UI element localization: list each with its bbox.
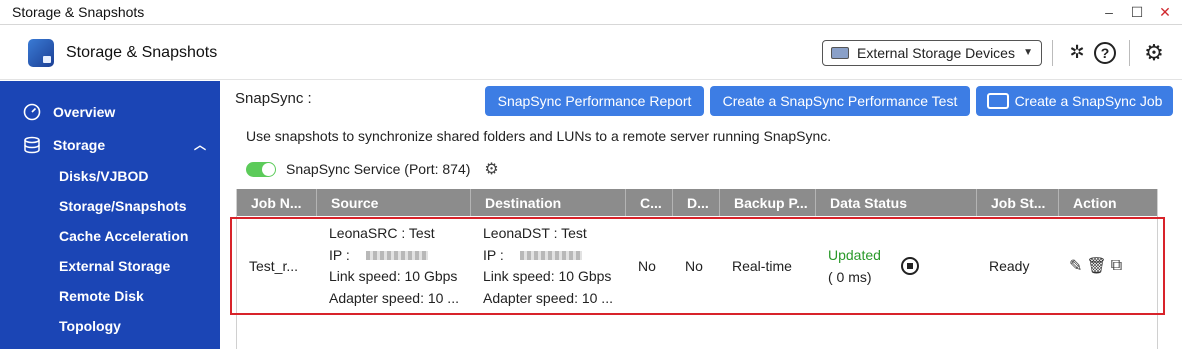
service-settings-gear-icon[interactable]: ⚙ (484, 159, 498, 179)
divider (1129, 39, 1130, 66)
destination-cell: LeonaDST : Test IP : Link speed: 10 Gbps… (471, 216, 626, 316)
main-panel: SnapSync : SnapSync Performance Report C… (220, 81, 1182, 349)
create-performance-test-button-label: Create a SnapSync Performance Test (722, 93, 958, 109)
window-title: Storage & Snapshots (12, 4, 145, 20)
magic-wand-icon[interactable]: ✲ (1063, 39, 1091, 67)
drive-icon (831, 46, 849, 59)
sidebar-item-overview[interactable]: Overview (0, 95, 220, 128)
destination-name: LeonaDST : Test (483, 225, 587, 241)
source-ip-label: IP : (329, 246, 350, 263)
performance-report-button[interactable]: SnapSync Performance Report (485, 86, 704, 116)
create-performance-test-button[interactable]: Create a SnapSync Performance Test (710, 86, 970, 116)
snapsync-service-row: SnapSync Service (Port: 874) ⚙ (246, 159, 499, 179)
action-cell: ✎ 🗑 ⧉ (1059, 216, 1157, 316)
sidebar-item-storage[interactable]: Storage ︿ (0, 128, 220, 161)
column-header-c[interactable]: C... (626, 189, 673, 216)
app-logo-icon (28, 38, 54, 67)
data-status-time: ( 0 ms) (828, 269, 872, 285)
sidebar-item-topology[interactable]: Topology (0, 311, 220, 341)
sidebar-item-cache-acceleration[interactable]: Cache Acceleration (0, 221, 220, 251)
description-text: Use snapshots to synchronize shared fold… (246, 128, 832, 144)
sidebar-item-external-storage[interactable]: External Storage (0, 251, 220, 281)
page-title: SnapSync : (235, 90, 312, 107)
chevron-down-icon: ▼ (1023, 47, 1033, 58)
trash-icon[interactable]: 🗑 (1086, 256, 1106, 276)
column-header-job-name[interactable]: Job N... (237, 189, 317, 216)
destination-ip-line: IP : (483, 245, 582, 267)
sidebar-item-label: Storage (53, 136, 106, 153)
job-name-cell: Test_r... (249, 258, 299, 274)
data-status-updated: Updated (828, 247, 881, 263)
snapsync-service-label: SnapSync Service (Port: 874) (286, 161, 471, 177)
column-header-source[interactable]: Source (317, 189, 471, 216)
column-header-action: Action (1073, 194, 1117, 211)
sync-now-icon[interactable]: ⧉ (1111, 257, 1122, 275)
column-header-destination[interactable]: Destination (471, 189, 626, 216)
source-cell: LeonaSRC : Test IP : Link speed: 10 Gbps… (317, 216, 471, 316)
redacted-ip (365, 251, 428, 261)
backup-cell: Real-time (732, 258, 792, 274)
table-header: Job N... Source Destination C... D... Ba… (237, 189, 1157, 216)
sidebar-item-disks-vjbod[interactable]: Disks/VJBOD (0, 161, 220, 191)
app-title: Storage & Snapshots (66, 43, 218, 61)
performance-report-button-label: SnapSync Performance Report (497, 93, 692, 109)
column-header-job-status[interactable]: Job St... (977, 189, 1059, 216)
source-adapter-speed: Adapter speed: 10 ... (329, 289, 459, 306)
destination-adapter-speed: Adapter speed: 10 ... (483, 289, 613, 306)
column-header-d[interactable]: D... (673, 189, 720, 216)
c-cell: No (638, 258, 656, 274)
destination-link-speed: Link speed: 10 Gbps (483, 268, 612, 284)
source-link-speed: Link speed: 10 Gbps (329, 268, 458, 284)
column-header-data-status[interactable]: Data Status (816, 189, 977, 216)
snapsync-service-toggle[interactable] (246, 161, 276, 177)
sidebar-item-storage-snapshots[interactable]: Storage/Snapshots (0, 191, 220, 221)
minimize-icon[interactable]: – (1098, 1, 1120, 23)
table-row[interactable]: Test_r... LeonaSRC : Test IP : Link spee… (237, 216, 1157, 316)
sidebar-item-remote-disk[interactable]: Remote Disk (0, 281, 220, 311)
redacted-ip (519, 251, 582, 261)
gauge-icon (22, 102, 42, 122)
destination-ip-label: IP : (483, 246, 504, 263)
data-status-cell: Updated ( 0 ms) (816, 216, 977, 316)
job-status-cell: Ready (989, 258, 1030, 274)
source-name: LeonaSRC : Test (329, 225, 435, 241)
stop-icon[interactable] (900, 257, 919, 275)
app-header: Storage & Snapshots External Storage Dev… (0, 26, 1182, 80)
column-header-backup[interactable]: Backup P... (720, 189, 816, 216)
d-cell: No (685, 258, 703, 274)
sidebar-item-label: Overview (53, 103, 116, 120)
help-icon: ? (1094, 41, 1116, 64)
external-storage-select-label: External Storage Devices (857, 44, 1015, 61)
sidebar: Overview Storage ︿ Disks/VJBOD Storage/S… (0, 81, 220, 349)
create-snapsync-job-button-label: Create a SnapSync Job (1014, 93, 1163, 109)
database-icon (22, 135, 42, 155)
snapsync-jobs-table: Job N... Source Destination C... D... Ba… (236, 189, 1158, 349)
settings-gear-icon[interactable]: ⚙ (1140, 39, 1168, 67)
create-snapsync-job-button[interactable]: Create a SnapSync Job (976, 86, 1173, 116)
divider (1052, 39, 1053, 66)
maximize-icon[interactable]: ☐ (1126, 1, 1148, 23)
window-titlebar: Storage & Snapshots – ☐ ✕ (0, 0, 1182, 25)
external-storage-select[interactable]: External Storage Devices ▼ (822, 39, 1042, 66)
chevron-up-icon: ︿ (193, 138, 206, 152)
close-icon[interactable]: ✕ (1154, 1, 1176, 23)
sync-job-icon (986, 93, 1009, 109)
edit-icon[interactable]: ✎ (1069, 256, 1082, 276)
source-ip-line: IP : (329, 245, 428, 267)
help-button[interactable]: ? (1091, 39, 1119, 67)
